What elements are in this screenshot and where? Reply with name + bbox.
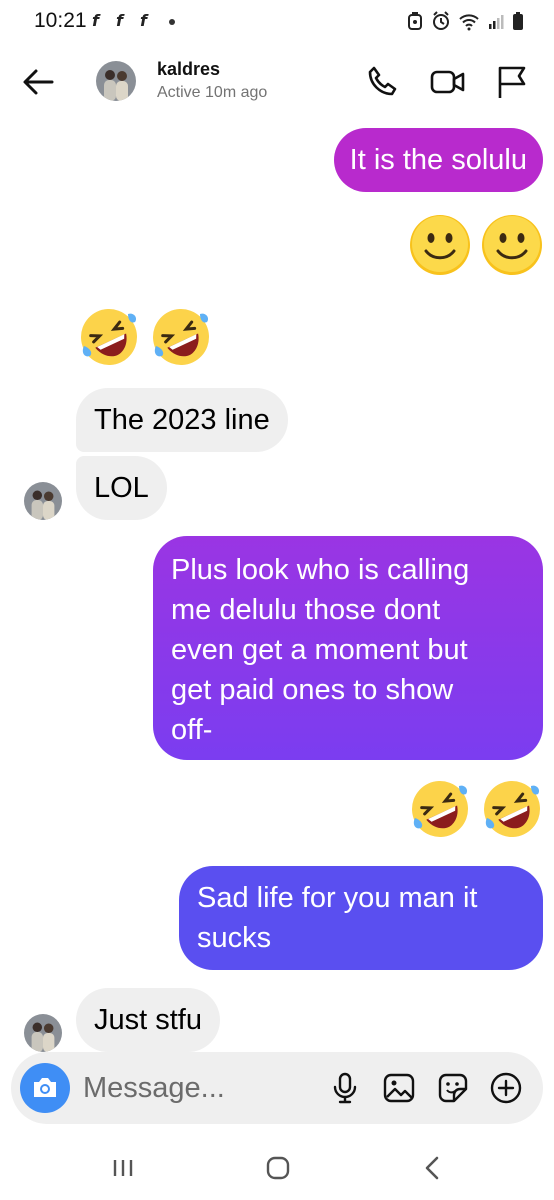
sender-avatar[interactable]	[24, 482, 62, 520]
slightly-smiling-face-emoji	[410, 215, 470, 275]
microphone-icon[interactable]	[328, 1071, 362, 1105]
back-arrow-icon[interactable]	[18, 62, 58, 102]
phone-icon[interactable]	[362, 62, 402, 102]
back-icon[interactable]	[413, 1152, 453, 1184]
incoming-message-bubble[interactable]: The 2023 line	[76, 388, 288, 452]
sticker-icon[interactable]	[436, 1071, 470, 1105]
message-text-line: even get a moment but	[171, 634, 468, 666]
outgoing-emoji-message[interactable]	[409, 778, 543, 840]
incoming-emoji-message[interactable]	[78, 306, 212, 368]
contact-name[interactable]: kaldres	[157, 59, 220, 80]
message-text-line: get paid ones to show	[171, 674, 454, 706]
rolling-on-floor-laughing-emoji	[81, 309, 137, 365]
message-text-line: Plus look who is calling	[171, 554, 470, 586]
contact-avatar[interactable]	[96, 61, 136, 101]
home-icon[interactable]	[258, 1152, 298, 1184]
message-text-line: Sad life for you man it	[197, 882, 478, 914]
outgoing-message-bubble[interactable]: Plus look who is calling me delulu those…	[153, 536, 543, 760]
signal-icon	[489, 15, 504, 29]
message-input[interactable]	[83, 1066, 313, 1110]
rolling-on-floor-laughing-emoji	[484, 781, 540, 837]
recent-apps-icon[interactable]	[103, 1152, 143, 1184]
sender-avatar[interactable]	[24, 1014, 62, 1052]
video-camera-icon[interactable]	[428, 62, 468, 102]
outgoing-message-bubble[interactable]: It is the solulu	[333, 128, 543, 192]
contact-active-status: Active 10m ago	[157, 84, 268, 101]
incoming-message-bubble[interactable]: LOL	[76, 456, 167, 520]
gallery-icon[interactable]	[382, 1071, 416, 1105]
rolling-on-floor-laughing-emoji	[153, 309, 209, 365]
plus-circle-icon[interactable]	[489, 1071, 523, 1105]
incoming-message-bubble[interactable]: Just stfu	[76, 988, 220, 1052]
message-composer	[11, 1052, 543, 1124]
slightly-smiling-face-emoji	[482, 215, 542, 275]
message-text: Just stfu	[94, 1004, 202, 1036]
battery-icon	[513, 12, 523, 30]
more-notifications-dot	[169, 19, 175, 25]
clock-icon	[433, 11, 449, 30]
outgoing-emoji-message[interactable]	[409, 214, 543, 276]
alarm-icon	[408, 12, 422, 30]
camera-button[interactable]	[20, 1063, 70, 1113]
rolling-on-floor-laughing-emoji	[412, 781, 468, 837]
flag-icon[interactable]	[492, 62, 532, 102]
status-time: 10:21	[34, 9, 87, 32]
notification-icon: f	[116, 11, 123, 30]
chat-header: kaldres Active 10m ago	[0, 44, 554, 122]
message-text: LOL	[94, 472, 149, 504]
message-text-line: off-	[171, 714, 213, 746]
wifi-icon	[459, 14, 479, 31]
message-text-line: sucks	[197, 922, 272, 954]
camera-icon	[34, 1078, 56, 1097]
notification-icon: f	[140, 11, 147, 30]
message-text-line: me delulu those dont	[171, 594, 441, 626]
outgoing-message-bubble[interactable]: Sad life for you man it sucks	[179, 866, 543, 970]
status-bar: 10:21 f f f	[0, 0, 554, 44]
message-text: It is the solulu	[349, 144, 527, 176]
message-text: The 2023 line	[94, 404, 270, 436]
notification-icon: f	[92, 11, 99, 30]
